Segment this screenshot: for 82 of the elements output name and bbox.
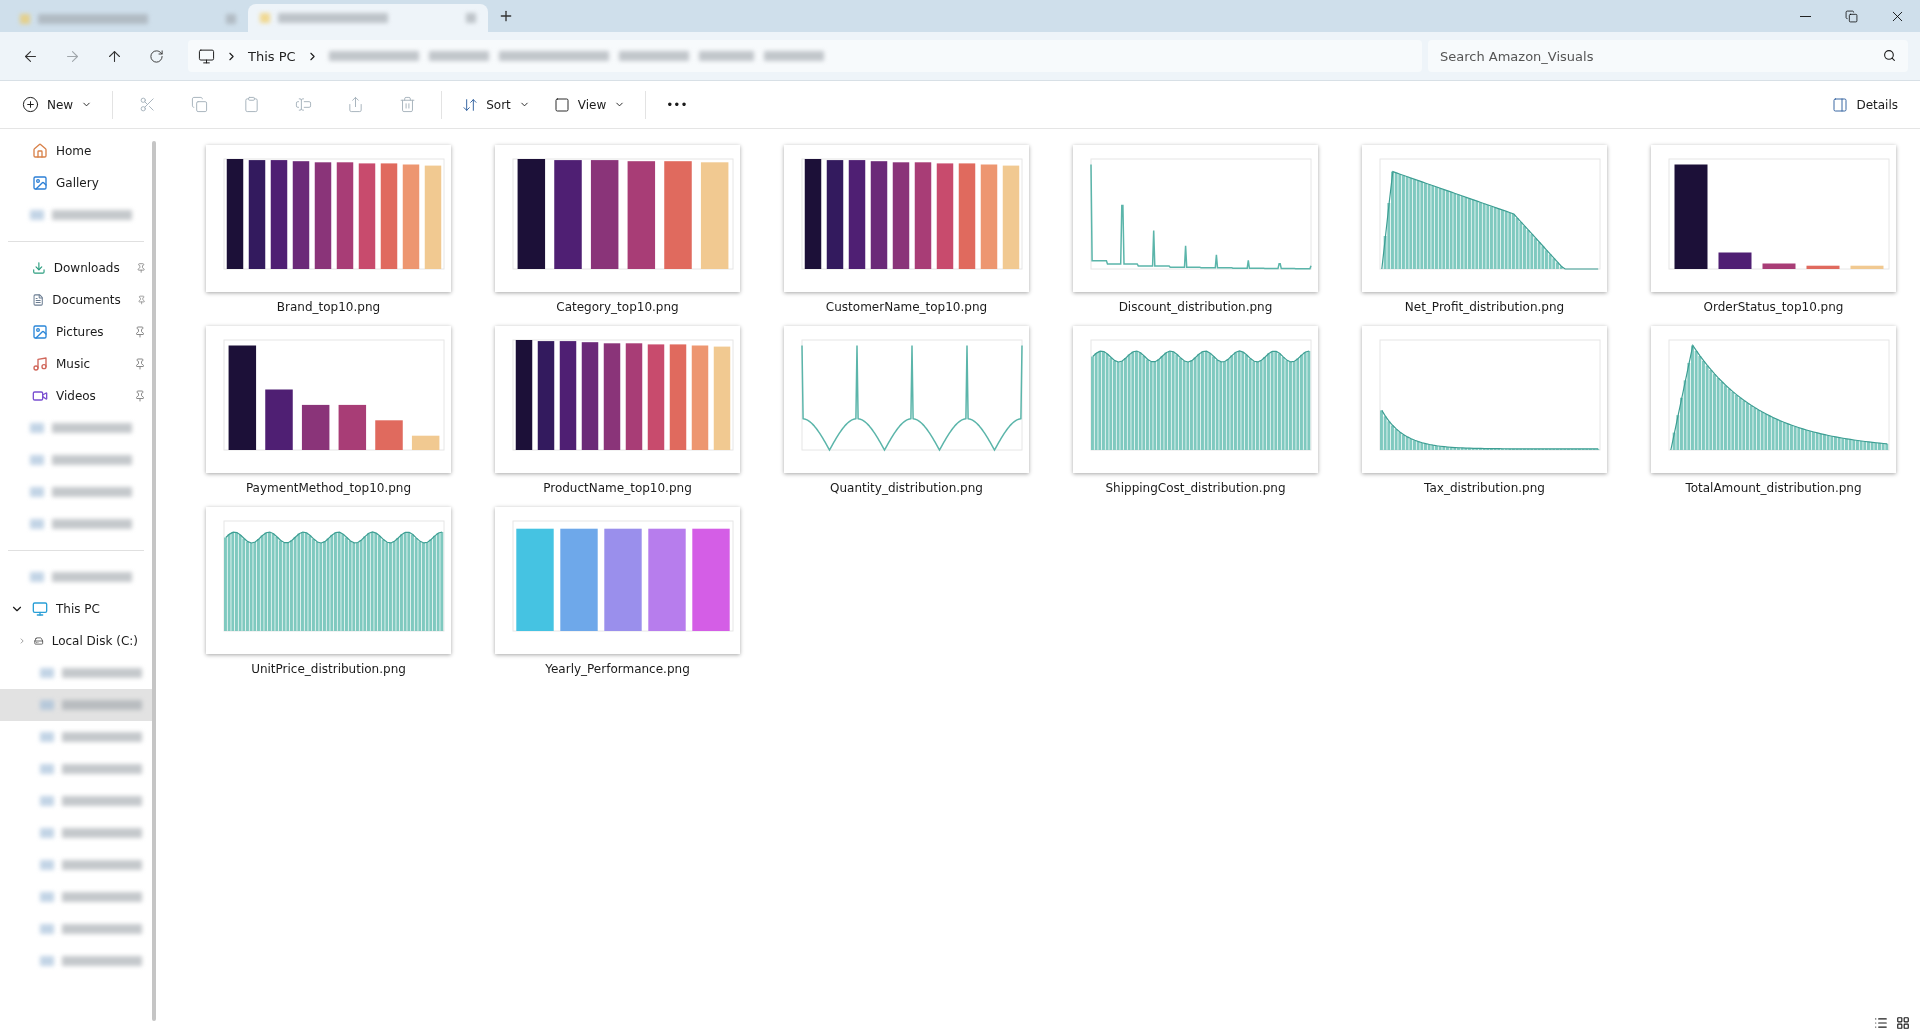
nav-label: Home <box>56 144 92 158</box>
copy-icon <box>190 96 208 113</box>
file-name: Tax_distribution.png <box>1424 481 1545 495</box>
file-name: ProductName_top10.png <box>543 481 692 495</box>
clipboard-icon <box>242 96 260 113</box>
restore-icon <box>1844 9 1858 23</box>
file-name: Category_top10.png <box>556 300 679 314</box>
gallery-icon <box>32 175 48 191</box>
tiles-view-icon[interactable] <box>1896 1016 1910 1030</box>
file-name: ShippingCost_distribution.png <box>1105 481 1286 495</box>
window-tab[interactable] <box>248 4 488 32</box>
file-name: Yearly_Performance.png <box>545 662 690 676</box>
file-item[interactable]: Tax_distribution.png <box>1340 320 1629 501</box>
nav-item[interactable]: Videos <box>0 380 152 412</box>
nav-label: Videos <box>56 389 96 403</box>
nav-item[interactable]: Music <box>0 348 152 380</box>
file-item[interactable]: Quantity_distribution.png <box>762 320 1051 501</box>
nav-item[interactable]: This PC <box>0 593 152 625</box>
plus-icon <box>498 8 514 24</box>
home-icon <box>32 143 48 159</box>
view-button[interactable]: View <box>543 88 636 121</box>
plus-circle-icon <box>22 96 39 113</box>
search-icon <box>1883 49 1896 62</box>
file-item[interactable]: CustomerName_top10.png <box>762 139 1051 320</box>
file-name: TotalAmount_distribution.png <box>1685 481 1862 495</box>
nav-label: Downloads <box>53 261 120 275</box>
music-icon <box>32 356 48 372</box>
file-name: Net_Profit_distribution.png <box>1404 300 1565 314</box>
file-item[interactable]: UnitPrice_distribution.png <box>184 501 473 682</box>
nav-item[interactable]: Local Disk (C:) <box>0 625 152 657</box>
scissors-icon <box>138 96 156 113</box>
file-item[interactable]: Brand_top10.png <box>184 139 473 320</box>
more-button[interactable]: ••• <box>656 88 698 121</box>
file-item[interactable]: Category_top10.png <box>473 139 762 320</box>
file-item[interactable]: Net_Profit_distribution.png <box>1340 139 1629 320</box>
file-name: CustomerName_top10.png <box>825 300 988 314</box>
refresh-icon <box>148 48 164 64</box>
file-item[interactable]: ShippingCost_distribution.png <box>1051 320 1340 501</box>
file-item[interactable]: ProductName_top10.png <box>473 320 762 501</box>
file-item[interactable]: PaymentMethod_top10.png <box>184 320 473 501</box>
search-field[interactable]: Search Amazon_Visuals <box>1428 40 1908 72</box>
new-button[interactable]: New <box>12 88 103 121</box>
picture-icon <box>32 324 48 340</box>
nav-item[interactable]: Downloads <box>0 252 152 284</box>
breadcrumb[interactable]: This PC <box>248 48 296 64</box>
rename-icon <box>294 96 312 113</box>
nav-label: Gallery <box>56 176 99 190</box>
nav-item[interactable]: Gallery <box>0 167 152 199</box>
file-item[interactable]: Discount_distribution.png <box>1051 139 1340 320</box>
nav-item[interactable]: Pictures <box>0 316 152 348</box>
file-name: Discount_distribution.png <box>1118 300 1273 314</box>
sort-button[interactable]: Sort <box>452 88 540 121</box>
computer-icon <box>198 47 215 65</box>
trash-icon <box>398 96 416 113</box>
panel-icon <box>1832 96 1849 113</box>
file-name: Brand_top10.png <box>276 300 381 314</box>
video-icon <box>32 388 48 404</box>
details-button[interactable]: Details <box>1822 88 1908 121</box>
file-item[interactable]: TotalAmount_distribution.png <box>1629 320 1918 501</box>
nav-item[interactable]: Documents <box>0 284 152 316</box>
download-icon <box>32 260 46 276</box>
file-name: PaymentMethod_top10.png <box>245 481 412 495</box>
file-name: OrderStatus_top10.png <box>1703 300 1844 314</box>
file-item[interactable]: Yearly_Performance.png <box>473 501 762 682</box>
nav-item[interactable]: Home <box>0 135 152 167</box>
nav-label: Music <box>56 357 91 371</box>
square-icon <box>553 96 570 113</box>
file-item[interactable]: OrderStatus_top10.png <box>1629 139 1918 320</box>
computer-icon <box>32 601 48 617</box>
file-name: Quantity_distribution.png <box>830 481 983 495</box>
sort-icon <box>462 96 479 113</box>
nav-label: Pictures <box>56 325 104 339</box>
nav-label: Local Disk (C:) <box>51 634 138 648</box>
minimize-icon <box>1799 15 1811 17</box>
share-icon <box>346 96 364 113</box>
nav-label: Documents <box>52 293 121 307</box>
file-name: UnitPrice_distribution.png <box>251 662 406 676</box>
address-bar[interactable]: This PC <box>188 40 1422 72</box>
document-icon <box>32 292 45 308</box>
details-view-icon[interactable] <box>1874 1016 1888 1030</box>
blurred-nav-item[interactable] <box>0 689 152 721</box>
nav-label: This PC <box>56 602 100 616</box>
